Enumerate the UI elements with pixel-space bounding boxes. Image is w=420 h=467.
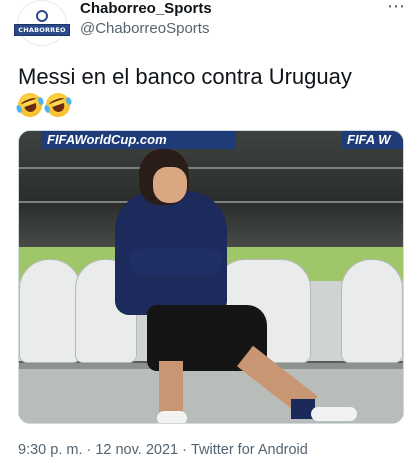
author-display-name[interactable]: Chaborreo_Sports — [80, 0, 212, 17]
rolling-on-floor-laughing-icon — [42, 89, 74, 121]
author-handle[interactable]: @ChaborreoSports — [80, 20, 209, 37]
tweet-text: Messi en el banco contra Uruguay — [18, 64, 352, 89]
tweet-photo[interactable]: FIFAWorldCup.com FIFA W — [18, 130, 404, 424]
bench-seat — [341, 259, 403, 363]
tweet-source-link[interactable]: Twitter for Android — [191, 442, 308, 458]
avatar[interactable]: CHABORREO — [14, 0, 70, 46]
tweet-time: 9:30 p. m. — [18, 442, 83, 458]
meta-separator: · — [86, 442, 92, 458]
avatar-logo-text: CHABORREO — [14, 24, 70, 36]
bench-seat — [19, 259, 81, 363]
rolling-on-floor-laughing-icon — [14, 89, 46, 121]
stands-rail — [19, 167, 403, 169]
meta-separator: · — [182, 442, 187, 458]
tweet-time-link[interactable]: 9:30 p. m. · 12 nov. 2021 — [18, 442, 178, 458]
photo-banner-right: FIFA W — [341, 131, 403, 149]
player-shoe — [311, 407, 357, 421]
tweet-date: 12 nov. 2021 — [95, 442, 179, 458]
player-leg — [159, 361, 183, 417]
player-shoe — [157, 411, 187, 423]
player-crossed-arms — [129, 249, 223, 275]
player-face — [153, 167, 187, 203]
crest-icon — [36, 10, 48, 22]
photo-banner-left: FIFAWorldCup.com — [41, 131, 236, 149]
emoji-row — [14, 89, 74, 121]
tweet-meta: 9:30 p. m. · 12 nov. 2021 · Twitter for Andr… — [18, 442, 308, 458]
more-options-icon[interactable]: ⋯ — [387, 0, 406, 17]
